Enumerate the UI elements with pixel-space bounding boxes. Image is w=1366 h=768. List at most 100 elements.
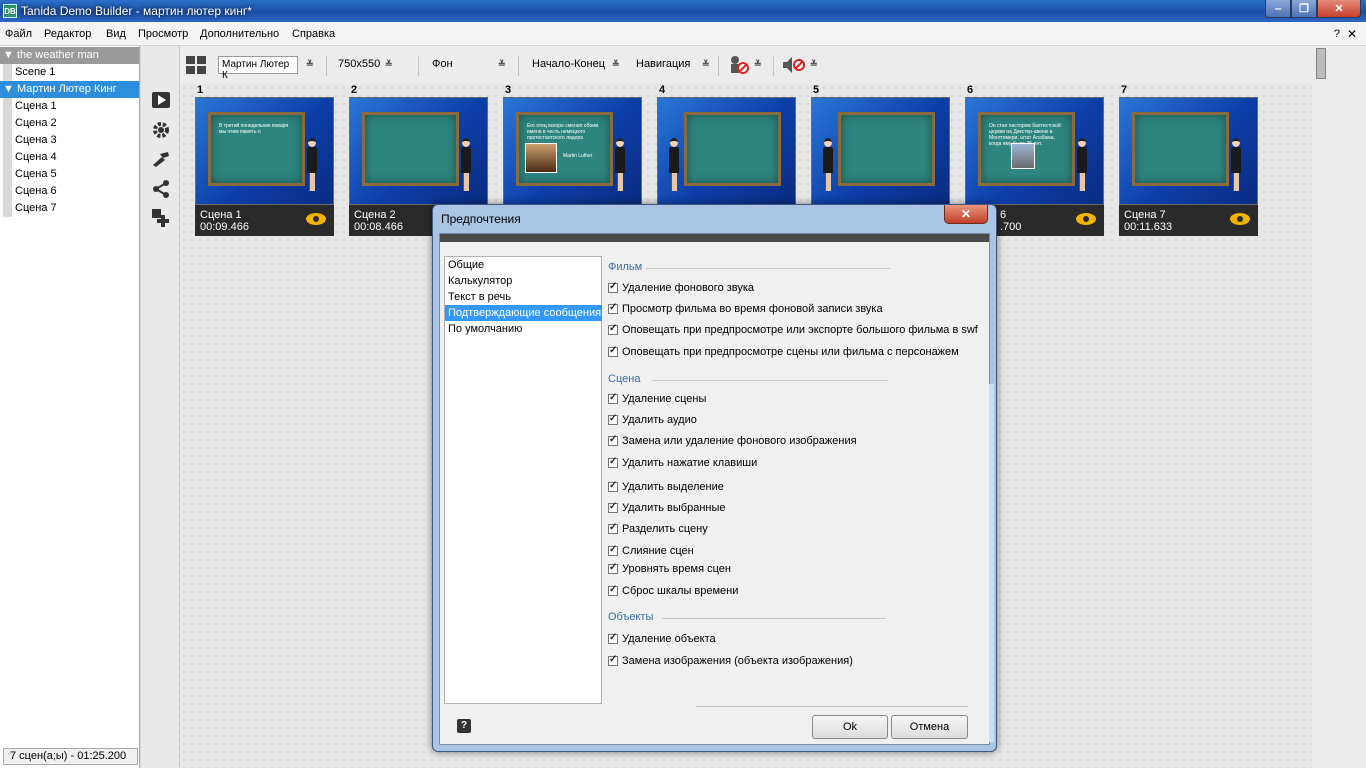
tree-scene-item[interactable]: Сцена 2 [0, 115, 139, 132]
checkbox[interactable] [608, 480, 618, 492]
add-scene-icon[interactable] [151, 208, 171, 228]
nav-tts[interactable]: Текст в речь [445, 289, 602, 305]
menu-help[interactable]: Справка [292, 28, 335, 40]
chevron-down-icon[interactable]: ≚ [702, 59, 710, 70]
eye-icon[interactable] [1076, 213, 1096, 225]
close-window-button[interactable]: ✕ [1317, 0, 1361, 18]
close-doc-icon[interactable]: ✕ [1347, 27, 1357, 41]
play-icon[interactable] [151, 90, 171, 110]
chevron-down-icon[interactable]: ≚ [612, 59, 620, 70]
option-row[interactable]: Разделить сцену [608, 522, 708, 536]
option-row[interactable]: Оповещать при предпросмотре или экспорте… [608, 323, 978, 337]
tree-scene-item[interactable]: Сцена 4 [0, 149, 139, 166]
scene-thumbnail[interactable]: Его отец вскоре сменил обоим имена в чес… [503, 97, 642, 205]
checkbox[interactable] [608, 392, 618, 404]
scene-card[interactable]: 7 Сцена 7 00:11.633 [1119, 84, 1259, 236]
nav-general[interactable]: Общие [445, 257, 602, 273]
tree-project-weather-man[interactable]: ▼ the weather man [0, 47, 139, 64]
scene-card[interactable]: 1 В третий понедельник января мы чтим па… [195, 84, 335, 236]
tree-scene-item[interactable]: Сцена 3 [0, 132, 139, 149]
scene-thumbnail[interactable] [1119, 97, 1258, 205]
menu-file[interactable]: Файл [5, 28, 32, 40]
share-icon[interactable] [151, 179, 171, 199]
chevron-down-icon[interactable]: ≚ [754, 59, 762, 70]
tools-icon[interactable] [151, 149, 171, 169]
option-row[interactable]: Удалить выделение [608, 480, 724, 494]
option-row[interactable]: Замена изображения (объекта изображения) [608, 654, 853, 668]
eye-icon[interactable] [306, 213, 326, 225]
tree-project-mlk[interactable]: ▼ Мартин Лютер Кинг [0, 81, 139, 98]
expand-arrow-icon[interactable]: ▼ [3, 49, 14, 61]
nav-confirmations[interactable]: Подтверждающие сообщения [445, 305, 602, 321]
ok-button[interactable]: Ok [812, 715, 888, 739]
help-icon[interactable]: ? [1334, 28, 1340, 40]
option-row[interactable]: Удаление сцены [608, 392, 706, 406]
option-row[interactable]: Уровнять время сцен [608, 562, 731, 576]
scene-thumbnail[interactable] [349, 97, 488, 205]
project-select[interactable]: Мартин Лютер К [218, 56, 298, 81]
tree-scene-item[interactable]: Scene 1 [0, 64, 139, 81]
option-row[interactable]: Замена или удаление фонового изображения [608, 434, 857, 448]
checkbox[interactable] [608, 584, 618, 596]
scene-thumbnail[interactable]: В третий понедельник января мы чтим памя… [195, 97, 334, 205]
mute-icon[interactable] [782, 55, 806, 78]
scene-thumbnail[interactable] [657, 97, 796, 205]
checkbox[interactable] [608, 562, 618, 574]
checkbox[interactable] [608, 302, 618, 314]
checkbox[interactable] [608, 323, 618, 335]
eye-icon[interactable] [1230, 213, 1250, 225]
dialog-help-button[interactable]: ? [457, 719, 471, 733]
nav-calculator[interactable]: Калькулятор [445, 273, 602, 289]
option-row[interactable]: Оповещать при предпросмотре сцены или фи… [608, 345, 959, 359]
character [668, 138, 680, 198]
minimize-button[interactable]: ‒ [1265, 0, 1291, 18]
scene-thumbnail[interactable]: Он стал пастором баптистской церкви на Д… [965, 97, 1104, 205]
tree-scene-item[interactable]: Сцена 5 [0, 166, 139, 183]
checkbox[interactable] [608, 413, 618, 425]
size-select[interactable]: 750x550 [338, 58, 380, 70]
tree-scene-item[interactable]: Сцена 7 [0, 200, 139, 217]
checkbox[interactable] [608, 654, 618, 666]
option-row[interactable]: Слияние сцен [608, 544, 694, 558]
option-row[interactable]: Сброс шкалы времени [608, 584, 738, 598]
option-row[interactable]: Удалить выбранные [608, 501, 726, 515]
checkbox[interactable] [608, 345, 618, 357]
chevron-down-icon[interactable]: ≚ [385, 59, 393, 70]
cancel-button[interactable]: Отмена [891, 715, 968, 739]
tree-scene-item[interactable]: Сцена 6 [0, 183, 139, 200]
menu-editor[interactable]: Редактор [44, 28, 91, 40]
chevron-down-icon[interactable]: ≚ [810, 59, 818, 70]
chevron-down-icon[interactable]: ≚ [306, 59, 314, 70]
checkbox[interactable] [608, 632, 618, 644]
chevron-down-icon[interactable]: ≚ [498, 59, 506, 70]
option-row[interactable]: Удалить аудио [608, 413, 697, 427]
option-row[interactable]: Удаление фонового звука [608, 281, 754, 295]
menu-view[interactable]: Вид [106, 28, 126, 40]
checkbox[interactable] [608, 501, 618, 513]
dialog-close-button[interactable]: ✕ [944, 205, 988, 224]
background-select[interactable]: Фон [432, 58, 453, 70]
checkbox[interactable] [608, 281, 618, 293]
checkbox[interactable] [608, 544, 618, 556]
option-row[interactable]: Удаление объекта [608, 632, 716, 646]
tree-scene-item[interactable]: Сцена 1 [0, 98, 139, 115]
status-scene-count: 7 сцен(а;ы) - 01:25.200 [3, 748, 138, 765]
menu-extra[interactable]: Дополнительно [200, 28, 279, 40]
checkbox[interactable] [608, 456, 618, 468]
grid-view-icon[interactable] [186, 56, 206, 77]
checkbox[interactable] [608, 434, 618, 446]
option-row[interactable]: Удалить нажатие клавиши [608, 456, 757, 470]
maximize-button[interactable]: ❐ [1291, 0, 1317, 18]
menu-preview[interactable]: Просмотр [138, 28, 188, 40]
checkbox[interactable] [608, 522, 618, 534]
gear-icon[interactable] [151, 120, 171, 140]
scene-thumbnail[interactable] [811, 97, 950, 205]
scrollbar-thumb[interactable] [1316, 48, 1326, 79]
option-row[interactable]: Просмотр фильма во время фоновой записи … [608, 302, 883, 316]
no-character-icon[interactable] [728, 55, 750, 78]
expand-arrow-icon[interactable]: ▼ [3, 83, 14, 95]
vertical-scrollbar[interactable] [1312, 46, 1366, 768]
start-end-select[interactable]: Начало-Конец [532, 58, 605, 70]
navigation-select[interactable]: Навигация [636, 58, 690, 70]
nav-defaults[interactable]: По умолчанию [445, 321, 602, 337]
